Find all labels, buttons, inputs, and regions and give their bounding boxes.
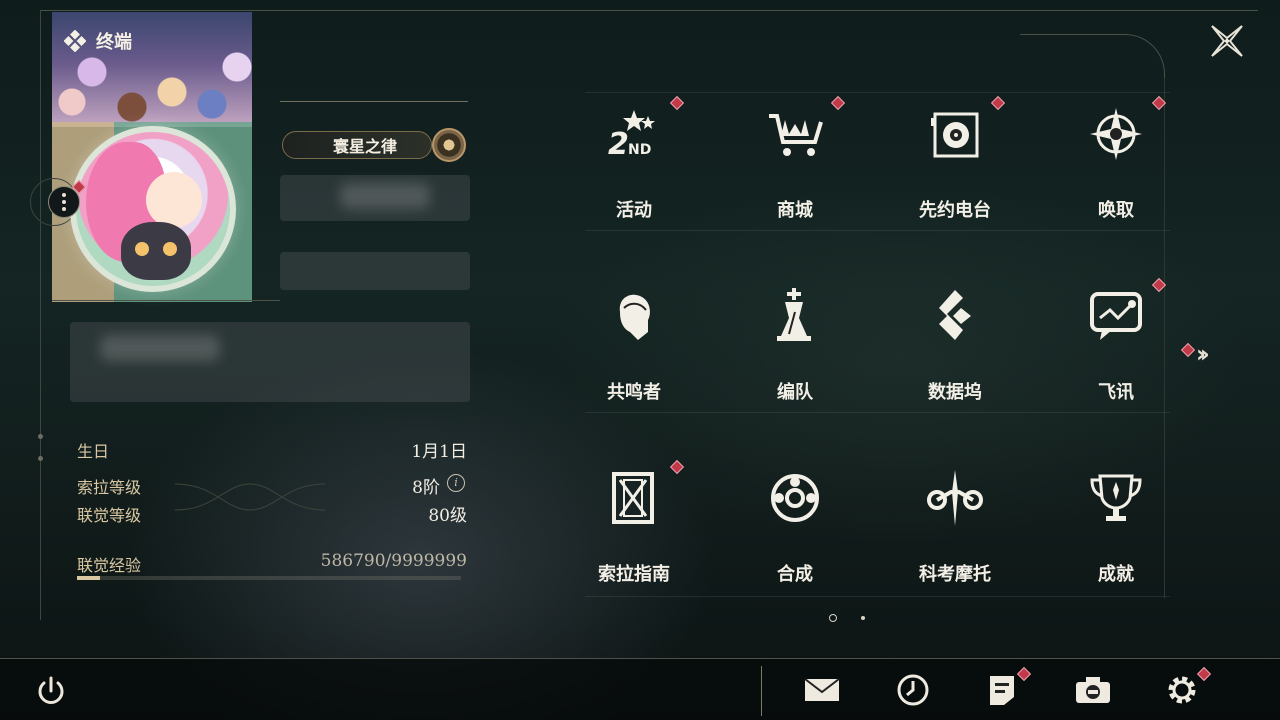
- mail-button[interactable]: [800, 668, 844, 712]
- menu-tile-label: 飞讯: [1098, 382, 1134, 403]
- menu-tile-label: 编队: [777, 382, 813, 403]
- menu-tile[interactable]: 飞讯: [1076, 274, 1167, 412]
- message-bubble-icon: [1086, 288, 1146, 344]
- page-indicator[interactable]: [861, 616, 865, 620]
- frame-node: [38, 434, 43, 439]
- menu-tile[interactable]: 2 ND 活动: [594, 92, 685, 230]
- menu-tile[interactable]: 唤取: [1076, 92, 1167, 230]
- menu-tile-label: 数据坞: [928, 382, 982, 403]
- motorcycle-icon: [925, 470, 985, 526]
- blurred-id-area: [280, 252, 470, 290]
- camera-button[interactable]: [1071, 668, 1115, 712]
- info-icon[interactable]: i: [447, 474, 465, 492]
- bottom-separator: [761, 666, 762, 716]
- menu-tile-label: 先约电台: [919, 200, 991, 221]
- notes-icon: [990, 676, 1014, 705]
- union-exp-label: 联觉经验: [77, 556, 142, 575]
- menu-tile[interactable]: 合成: [755, 456, 835, 594]
- clock-icon: [897, 674, 929, 706]
- profile-options-button[interactable]: [48, 186, 80, 218]
- data-bank-icon: [925, 288, 985, 344]
- notification-badge: [830, 95, 846, 111]
- menu-tile-label: 科考摩托: [919, 564, 991, 585]
- exp-progress-fill: [77, 576, 100, 580]
- summon-compass-icon: [1086, 106, 1146, 162]
- grid-line: [585, 230, 1170, 231]
- menu-tile[interactable]: 商城: [755, 92, 846, 230]
- event-2nd-icon: 2 ND: [604, 106, 664, 162]
- birthday-label: 生日: [77, 442, 110, 461]
- double-chevron-right-icon[interactable]: ››: [1196, 340, 1210, 368]
- history-button[interactable]: [891, 668, 935, 712]
- union-level-value: 80级: [428, 506, 467, 526]
- blurred-signature-area: [70, 322, 470, 402]
- frame-node: [38, 456, 43, 461]
- menu-tile[interactable]: 成就: [1076, 456, 1156, 594]
- menu-tile[interactable]: 先约电台: [915, 92, 1006, 230]
- notification-badge: [669, 95, 685, 111]
- menu-tile[interactable]: 共鸣者: [594, 274, 674, 412]
- stat-divider-ornament: [175, 483, 325, 511]
- menu-tile-label: 索拉指南: [598, 564, 670, 585]
- avatar[interactable]: [70, 126, 236, 292]
- grid-line: [585, 412, 1170, 413]
- birthday-value: 1月1日: [411, 442, 467, 462]
- guide-book-icon: [604, 470, 664, 526]
- menu-tile[interactable]: 数据坞: [915, 274, 995, 412]
- shop-crown-cart-icon: [765, 106, 825, 162]
- trophy-icon: [1086, 470, 1146, 526]
- team-chess-icon: [765, 288, 825, 344]
- profile-divider: [52, 300, 280, 301]
- notification-badge: [990, 95, 1006, 111]
- frame-corner-curve: [1020, 34, 1165, 79]
- next-page-badge: [1180, 342, 1196, 358]
- union-level-label: 联觉等级: [77, 506, 142, 525]
- blurred-name: [340, 183, 430, 209]
- radio-icon: [925, 106, 985, 162]
- power-icon[interactable]: [34, 674, 68, 708]
- menu-tile-label: 合成: [777, 564, 813, 585]
- page-indicator-active[interactable]: [829, 614, 837, 622]
- terminal-diamond-icon: [64, 30, 86, 52]
- title-divider: [280, 101, 468, 102]
- title-badge-label: 寰星之律: [332, 137, 397, 156]
- menu-tile[interactable]: 科考摩托: [915, 456, 995, 594]
- mail-icon: [804, 678, 840, 701]
- notification-badge: [669, 459, 685, 475]
- svg-text:ND: ND: [628, 142, 651, 158]
- medal-icon[interactable]: [432, 128, 466, 162]
- synthesis-icon: [765, 470, 825, 526]
- resonator-portrait-icon: [604, 288, 664, 344]
- frame-right-line: [1164, 78, 1165, 598]
- menu-tile-label: 唤取: [1098, 200, 1134, 221]
- menu-tile-label: 活动: [616, 200, 652, 221]
- grid-line: [585, 596, 1170, 597]
- exp-progress-track: [77, 576, 461, 580]
- menu-tile-label: 商城: [777, 200, 813, 221]
- menu-tile[interactable]: 编队: [755, 274, 835, 412]
- title-badge[interactable]: 寰星之律: [282, 131, 432, 159]
- frame-left-line: [40, 10, 41, 620]
- gear-icon: [1168, 676, 1196, 704]
- close-icon[interactable]: [1208, 22, 1246, 60]
- svg-text:2: 2: [608, 127, 629, 162]
- page-title: 终端: [96, 32, 132, 53]
- frame-top-line: [40, 10, 1258, 11]
- union-exp-value: 586790/9999999: [320, 551, 467, 571]
- menu-tile-label: 成就: [1098, 564, 1134, 585]
- camera-icon: [1076, 677, 1110, 703]
- blurred-signature: [100, 335, 220, 361]
- menu-tile-label: 共鸣者: [607, 382, 661, 403]
- sola-level-label: 索拉等级: [77, 478, 142, 497]
- menu-tile[interactable]: 索拉指南: [594, 456, 685, 594]
